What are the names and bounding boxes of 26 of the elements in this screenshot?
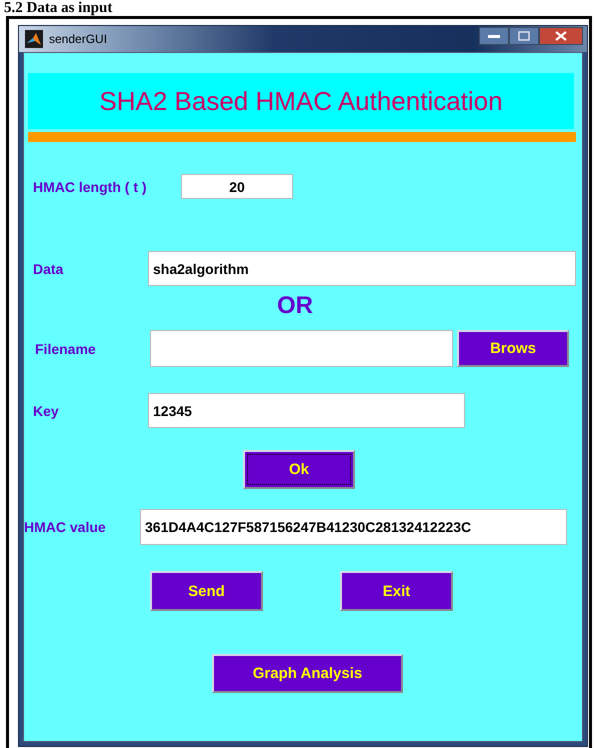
- minimize-icon: [488, 34, 500, 38]
- ok-button[interactable]: Ok: [243, 450, 355, 489]
- send-button[interactable]: Send: [150, 571, 263, 611]
- input-field[interactable]: 361D4A4C127F587156247B41230C28132412223C: [140, 509, 567, 545]
- app-heading: SHA2 Based HMAC Authentication: [28, 73, 574, 129]
- close-icon: [555, 31, 567, 41]
- input-field[interactable]: 20: [181, 174, 293, 199]
- input-field[interactable]: [150, 330, 453, 367]
- field-label: HMAC value: [24, 519, 107, 535]
- field-label: Data: [33, 260, 64, 276]
- minimize-button[interactable]: [479, 27, 509, 45]
- field-label: HMAC length ( t ): [33, 178, 148, 194]
- figure-caption: 5.2 Data as input: [3, 0, 112, 16]
- graph-analysis-button[interactable]: Graph Analysis: [212, 654, 403, 693]
- maximize-button[interactable]: [509, 27, 539, 45]
- separator-text: OR: [277, 292, 313, 320]
- close-button[interactable]: [539, 27, 583, 45]
- window-title: senderGUI: [49, 32, 108, 46]
- browse-button[interactable]: Brows: [457, 330, 569, 367]
- maximize-icon: [518, 31, 530, 41]
- field-label: Key: [33, 402, 60, 418]
- field-label: Filename: [35, 340, 97, 356]
- input-field[interactable]: 12345: [148, 393, 465, 428]
- input-field[interactable]: sha2algorithm: [148, 251, 576, 286]
- exit-button[interactable]: Exit: [340, 571, 453, 611]
- app-logo-icon: [25, 30, 43, 48]
